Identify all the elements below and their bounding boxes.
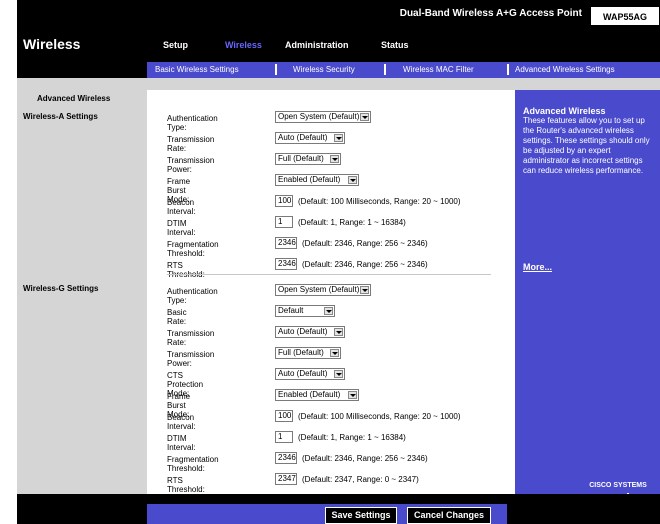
chevron-down-icon bbox=[334, 370, 343, 378]
a-beacon-input[interactable]: 100 bbox=[275, 195, 293, 207]
subnav-divider bbox=[275, 64, 277, 75]
g-frag-input[interactable]: 2346 bbox=[275, 452, 297, 464]
tab-status[interactable]: Status bbox=[381, 40, 409, 50]
a-rts-label: RTS Threshold: bbox=[167, 261, 205, 279]
g-frag-label: Fragmentation Threshold: bbox=[167, 455, 219, 473]
separator-band bbox=[17, 78, 660, 90]
a-dtim-label: DTIM Interval: bbox=[167, 219, 196, 237]
subtab-basic-wireless[interactable]: Basic Wireless Settings bbox=[155, 65, 239, 74]
a-dtim-hint: (Default: 1, Range: 1 ~ 16384) bbox=[298, 217, 406, 227]
g-power-select[interactable]: Full (Default) bbox=[275, 347, 341, 359]
cancel-button[interactable]: Cancel Changes bbox=[407, 507, 491, 524]
a-frag-label: Fragmentation Threshold: bbox=[167, 240, 219, 258]
a-rts-input[interactable]: 2346 bbox=[275, 258, 297, 270]
a-rate-select[interactable]: Auto (Default) bbox=[275, 132, 345, 144]
a-rate-label: Transmission Rate: bbox=[167, 135, 215, 153]
subtab-wireless-security[interactable]: Wireless Security bbox=[293, 65, 355, 74]
g-rate-label: Transmission Rate: bbox=[167, 329, 215, 347]
g-beacon-hint: (Default: 100 Milliseconds, Range: 20 ~ … bbox=[298, 411, 461, 421]
model-badge: WAP55AG bbox=[590, 6, 660, 26]
chevron-down-icon bbox=[360, 286, 369, 294]
a-auth-label: Authentication Type: bbox=[167, 114, 218, 132]
tab-setup[interactable]: Setup bbox=[163, 40, 188, 50]
g-frag-hint: (Default: 2346, Range: 256 ~ 2346) bbox=[302, 453, 428, 463]
g-burst-select[interactable]: Enabled (Default) bbox=[275, 389, 359, 401]
cisco-logo: Cisco Systems bbox=[588, 482, 648, 489]
a-frag-hint: (Default: 2346, Range: 256 ~ 2346) bbox=[302, 238, 428, 248]
chevron-down-icon bbox=[348, 391, 357, 399]
subnav-divider bbox=[507, 64, 509, 75]
a-beacon-label: Beacon Interval: bbox=[167, 198, 196, 216]
main-nav: Setup Wireless Administration Status bbox=[147, 30, 660, 62]
subnav-divider bbox=[384, 64, 386, 75]
sidebar-heading: Advanced Wireless bbox=[37, 94, 111, 103]
brand-bar: Dual-Band Wireless A+G Access Point WAP5… bbox=[147, 0, 660, 30]
g-power-label: Transmission Power: bbox=[167, 350, 215, 368]
g-rts-hint: (Default: 2347, Range: 0 ~ 2347) bbox=[302, 474, 419, 484]
help-text: These features allow you to set up the R… bbox=[523, 116, 650, 175]
help-more-link[interactable]: More... bbox=[523, 262, 552, 272]
app-frame: Dual-Band Wireless A+G Access Point WAP5… bbox=[17, 0, 660, 524]
g-beacon-label: Beacon Interval: bbox=[167, 413, 196, 431]
chevron-down-icon bbox=[330, 155, 339, 163]
a-frag-input[interactable]: 2346 bbox=[275, 237, 297, 249]
a-rts-hint: (Default: 2346, Range: 256 ~ 2346) bbox=[302, 259, 428, 269]
save-button[interactable]: Save Settings bbox=[325, 507, 397, 524]
sub-nav: Basic Wireless Settings Wireless Securit… bbox=[147, 62, 660, 78]
cisco-logo-text: Cisco Systems bbox=[589, 482, 647, 489]
g-dtim-label: DTIM Interval: bbox=[167, 434, 196, 452]
section-title: Wireless bbox=[23, 36, 81, 52]
help-panel: Advanced Wireless These features allow y… bbox=[507, 90, 660, 505]
help-title: Advanced Wireless bbox=[523, 106, 606, 116]
a-dtim-input[interactable]: 1 bbox=[275, 216, 293, 228]
chevron-down-icon bbox=[348, 176, 357, 184]
header-left bbox=[17, 0, 147, 30]
g-beacon-input[interactable]: 100 bbox=[275, 410, 293, 422]
a-beacon-hint: (Default: 100 Milliseconds, Range: 20 ~ … bbox=[298, 196, 461, 206]
g-dtim-hint: (Default: 1, Range: 1 ~ 16384) bbox=[298, 432, 406, 442]
a-burst-select[interactable]: Enabled (Default) bbox=[275, 174, 359, 186]
wireless-a-label: Wireless-A Settings bbox=[23, 112, 98, 121]
sidebar: Advanced Wireless Wireless-A Settings Wi… bbox=[17, 90, 147, 494]
chevron-down-icon bbox=[324, 307, 333, 315]
g-auth-label: Authentication Type: bbox=[167, 287, 218, 305]
a-power-label: Transmission Power: bbox=[167, 156, 215, 174]
help-panel-gutter bbox=[507, 90, 515, 494]
chevron-down-icon bbox=[360, 113, 369, 121]
g-basic-select[interactable]: Default bbox=[275, 305, 335, 317]
chevron-down-icon bbox=[334, 328, 343, 336]
section-divider bbox=[167, 274, 491, 275]
subtab-mac-filter[interactable]: Wireless MAC Filter bbox=[403, 65, 474, 74]
chevron-down-icon bbox=[330, 349, 339, 357]
g-cts-select[interactable]: Auto (Default) bbox=[275, 368, 345, 380]
tab-administration[interactable]: Administration bbox=[285, 40, 349, 50]
g-auth-select[interactable]: Open System (Default) bbox=[275, 284, 371, 296]
a-power-select[interactable]: Full (Default) bbox=[275, 153, 341, 165]
g-basic-label: Basic Rate: bbox=[167, 308, 187, 326]
settings-panel: Authentication Type: Open System (Defaul… bbox=[147, 90, 507, 494]
g-dtim-input[interactable]: 1 bbox=[275, 431, 293, 443]
wireless-g-label: Wireless-G Settings bbox=[23, 284, 99, 293]
chevron-down-icon bbox=[334, 134, 343, 142]
tab-wireless[interactable]: Wireless bbox=[225, 40, 262, 50]
g-rate-select[interactable]: Auto (Default) bbox=[275, 326, 345, 338]
subtab-advanced-wireless[interactable]: Advanced Wireless Settings bbox=[515, 65, 615, 74]
g-rts-input[interactable]: 2347 bbox=[275, 473, 297, 485]
product-name: Dual-Band Wireless A+G Access Point bbox=[399, 8, 582, 19]
g-rts-label: RTS Threshold: bbox=[167, 476, 205, 494]
a-auth-select[interactable]: Open System (Default) bbox=[275, 111, 371, 123]
